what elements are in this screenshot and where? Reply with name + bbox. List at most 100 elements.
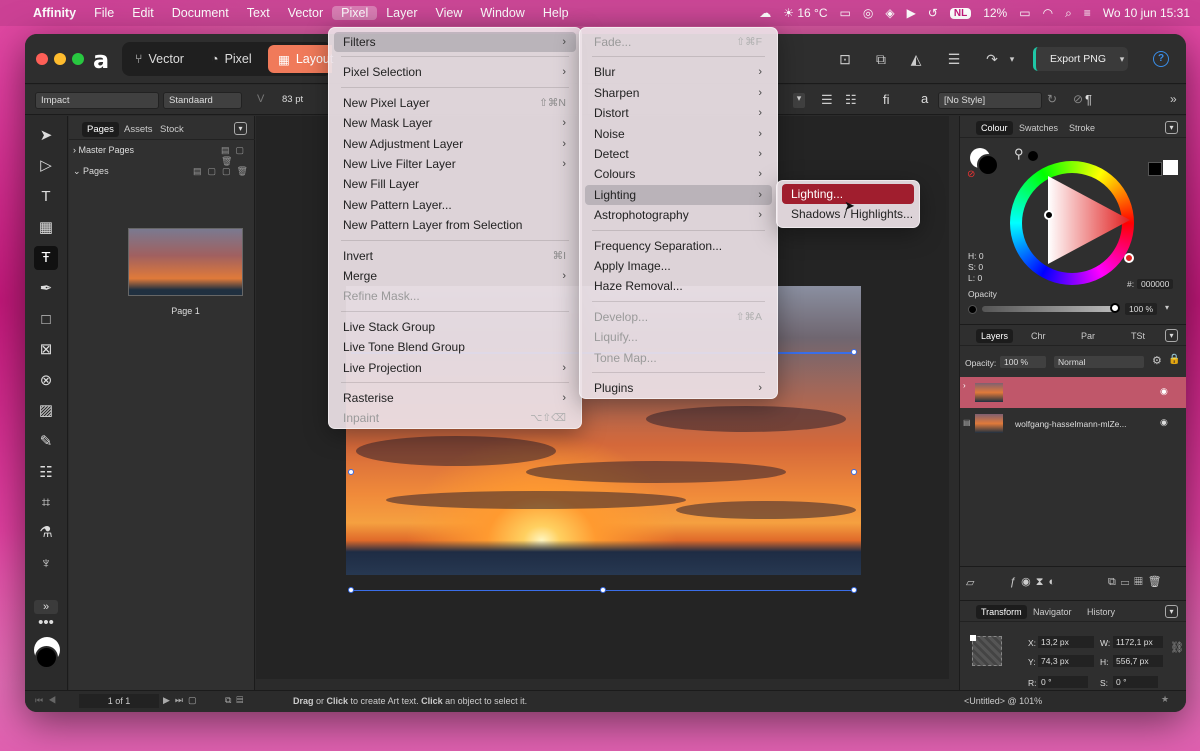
chevron-down-icon[interactable]: ▾ bbox=[793, 93, 805, 108]
font-style-field[interactable]: Standaard bbox=[163, 92, 242, 109]
picture-frame-tool-icon[interactable]: ⊠ bbox=[34, 338, 58, 362]
hex-input[interactable]: 000000 bbox=[1137, 279, 1174, 289]
opacity-slider[interactable] bbox=[982, 306, 1116, 312]
tab-transform[interactable]: Transform bbox=[976, 605, 1027, 619]
menu-item-invert[interactable]: Invert ⌘I bbox=[334, 246, 576, 266]
transparency-tool-icon[interactable]: ♆ bbox=[34, 552, 58, 576]
font-size-field[interactable]: 83 pt bbox=[277, 92, 327, 109]
h-field[interactable]: 556,7 px bbox=[1113, 655, 1163, 667]
master-pages-header[interactable]: › Master Pages bbox=[73, 145, 134, 155]
colour-panel-chevron-icon[interactable]: ▾ bbox=[1165, 121, 1178, 134]
numbered-list-icon[interactable]: ☷ bbox=[845, 92, 857, 108]
tab-text-styles[interactable]: TSt bbox=[1126, 329, 1150, 343]
tab-swatches[interactable]: Swatches bbox=[1014, 121, 1063, 135]
table-of-contents-icon[interactable]: ☷ bbox=[34, 461, 58, 485]
menu-item-filters[interactable]: Filters › bbox=[334, 32, 576, 52]
master-pages-actions[interactable]: ▤▢🗑 bbox=[221, 145, 254, 167]
menu-item-new-pattern-layer-from-selection[interactable]: New Pattern Layer from Selection bbox=[334, 215, 576, 235]
menu-pixel[interactable]: Pixel bbox=[332, 6, 378, 20]
menu-item-distort[interactable]: Distort › bbox=[585, 103, 772, 123]
tab-character[interactable]: Chr bbox=[1026, 329, 1051, 343]
color-picker-tool-icon[interactable]: ⚗ bbox=[34, 521, 58, 545]
resize-handle[interactable] bbox=[851, 349, 857, 355]
tab-layers[interactable]: Layers bbox=[976, 329, 1014, 343]
tab-paragraph[interactable]: Par bbox=[1076, 329, 1100, 343]
triangle-picker-handle[interactable] bbox=[1044, 210, 1054, 220]
eyedropper-icon[interactable]: ⚲ bbox=[1014, 146, 1024, 162]
opacity-slider-handle[interactable] bbox=[1110, 303, 1120, 313]
weather-widget[interactable]: ☀ 16 °C bbox=[783, 6, 827, 20]
hue-picker-handle[interactable] bbox=[1124, 253, 1134, 263]
layers-panel-chevron-icon[interactable]: ▾ bbox=[1165, 329, 1178, 342]
menu-item-live-stack-group[interactable]: Live Stack Group bbox=[334, 317, 576, 337]
time-machine-icon[interactable]: ↺ bbox=[928, 6, 938, 20]
move-tool-icon[interactable]: ➤ bbox=[34, 124, 58, 148]
search-icon[interactable]: ⌕ bbox=[1065, 6, 1072, 21]
resize-handle[interactable] bbox=[348, 587, 354, 593]
control-center-icon[interactable]: ≡ bbox=[1084, 6, 1091, 20]
expand-tools-icon[interactable]: » bbox=[34, 600, 58, 614]
menu-vector[interactable]: Vector bbox=[279, 6, 332, 20]
clock[interactable]: Wo 10 jun 15:31 bbox=[1103, 6, 1190, 20]
refresh-style-icon[interactable]: ↻ bbox=[1047, 92, 1057, 106]
menu-file[interactable]: File bbox=[85, 6, 123, 20]
persona-layout-button[interactable]: ▦ Layout bbox=[268, 45, 333, 73]
rectangle-tool-icon[interactable]: □ bbox=[34, 308, 58, 332]
layer-effects-icons[interactable]: ƒ◉⧗◐ bbox=[1010, 575, 1060, 589]
pilcrow-icon[interactable]: ¶ bbox=[1085, 92, 1092, 107]
tab-stock[interactable]: Stock bbox=[155, 122, 189, 137]
x-field[interactable]: 13,2 px bbox=[1038, 636, 1094, 648]
menu-item-merge[interactable]: Merge › bbox=[334, 266, 576, 286]
anchor-point-selector[interactable] bbox=[972, 636, 1002, 666]
battery-icon[interactable]: ▭ bbox=[1019, 6, 1030, 20]
layer-expand-icon[interactable]: › bbox=[963, 381, 966, 390]
tab-colour[interactable]: Colour bbox=[976, 121, 1013, 135]
visibility-eye-icon[interactable]: ◉ bbox=[1160, 386, 1168, 397]
white-swatch[interactable] bbox=[1163, 160, 1178, 175]
close-window-button[interactable] bbox=[36, 53, 48, 65]
resize-handle[interactable] bbox=[600, 587, 606, 593]
tab-assets[interactable]: Assets bbox=[119, 122, 158, 137]
node-tool-icon[interactable]: ▷ bbox=[34, 154, 58, 178]
artistic-text-tool-icon[interactable]: Ŧ bbox=[34, 246, 58, 270]
menu-item-astrophotography[interactable]: Astrophotography › bbox=[585, 205, 772, 225]
menu-item-blur[interactable]: Blur › bbox=[585, 62, 772, 82]
crop-tool-icon[interactable]: ⌗ bbox=[34, 491, 58, 515]
menu-item-rasterise[interactable]: Rasterise › bbox=[334, 388, 576, 408]
place-image-tool-icon[interactable]: ▨ bbox=[34, 399, 58, 423]
fill-tool-icon[interactable]: ✎ bbox=[34, 430, 58, 454]
zoom-window-button[interactable] bbox=[72, 53, 84, 65]
play-icon[interactable]: ▶ bbox=[907, 6, 916, 20]
table-tool-icon[interactable]: ▦ bbox=[34, 216, 58, 240]
fill-swatch[interactable] bbox=[977, 154, 999, 176]
menu-item-new-pattern-layer[interactable]: New Pattern Layer... bbox=[334, 195, 576, 215]
menu-view[interactable]: View bbox=[427, 6, 472, 20]
menu-item-lighting[interactable]: Lighting › bbox=[585, 184, 772, 205]
menu-edit[interactable]: Edit bbox=[123, 6, 163, 20]
extension-icon[interactable]: ◈ bbox=[885, 6, 894, 20]
layer-row[interactable]: ▤ wolfgang-hasselmann-mlZe... ◉ bbox=[960, 409, 1186, 439]
rotation-field[interactable]: 0 ° bbox=[1038, 676, 1088, 688]
menu-layer[interactable]: Layer bbox=[377, 6, 426, 20]
menu-item-new-pixel-layer[interactable]: New Pixel Layer ⇧⌘N bbox=[334, 93, 576, 113]
first-page-icon[interactable]: ⏮◀ bbox=[35, 695, 61, 706]
tab-navigator[interactable]: Navigator bbox=[1028, 605, 1077, 619]
more-icon[interactable]: » bbox=[1170, 92, 1177, 106]
menu-item-frequency-separation[interactable]: Frequency Separation... bbox=[585, 236, 772, 256]
menu-document[interactable]: Document bbox=[163, 6, 238, 20]
screen-mirror-icon[interactable]: ▭ bbox=[840, 6, 851, 20]
menu-app[interactable]: Affinity bbox=[24, 6, 85, 20]
text-style-icon[interactable]: a bbox=[921, 91, 928, 106]
export-chevron-down-icon[interactable]: ▾ bbox=[1111, 48, 1133, 70]
menu-item-new-adjustment-layer[interactable]: New Adjustment Layer › bbox=[334, 134, 576, 154]
tab-pages[interactable]: Pages bbox=[82, 122, 119, 137]
pin-icon[interactable]: ★ bbox=[1161, 694, 1169, 705]
page-thumbnail[interactable] bbox=[128, 228, 243, 296]
pen-tool-icon[interactable]: ✒ bbox=[34, 277, 58, 301]
opacity-chevron-icon[interactable]: ▾ bbox=[1165, 303, 1169, 312]
tab-history[interactable]: History bbox=[1082, 605, 1120, 619]
menu-window[interactable]: Window bbox=[471, 6, 533, 20]
layer-actions-icons[interactable]: ⧉▭▦🗑 bbox=[1108, 575, 1167, 589]
blend-mode-select[interactable]: Normal bbox=[1054, 356, 1144, 368]
snap-icon[interactable]: ⊡ bbox=[834, 48, 856, 70]
